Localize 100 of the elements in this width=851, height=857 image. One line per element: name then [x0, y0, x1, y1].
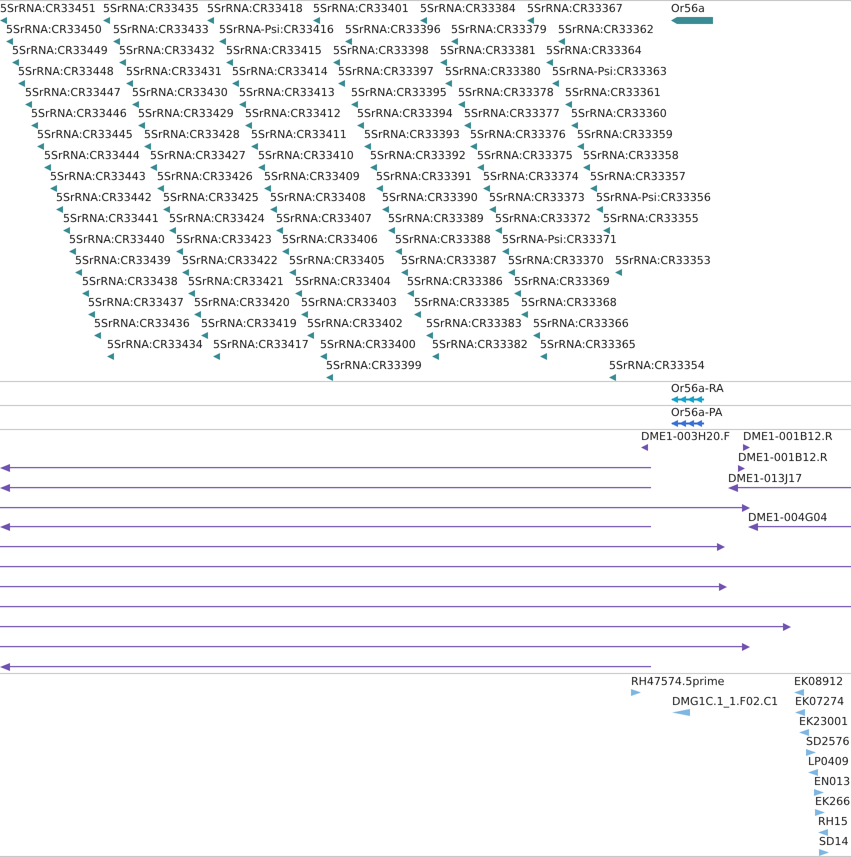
- feature-label: 5SrRNA:CR33424: [169, 213, 265, 225]
- feature-arrow-icon: [94, 332, 101, 339]
- feature-arrow-icon: [590, 185, 597, 192]
- feature-arrow-icon: [295, 290, 302, 297]
- feature-arrow-icon: [395, 248, 402, 255]
- feature-arrow-icon: [407, 290, 414, 297]
- feature-label: 5SrRNA:CR33422: [182, 255, 278, 267]
- feature-arrow-icon: [289, 269, 296, 276]
- feature-label: 5SrRNA:CR33404: [295, 276, 391, 288]
- est-label: RH47574.5prime: [631, 676, 724, 688]
- feature-arrow-icon: [603, 227, 610, 234]
- feature-arrow-icon: [182, 269, 189, 276]
- est-label: EK266: [815, 796, 850, 808]
- feature-arrow-icon: [527, 17, 534, 24]
- feature-arrow-icon: [213, 353, 220, 360]
- feature-label: 5SrRNA:CR33368: [521, 297, 617, 309]
- feature-arrow-icon: [333, 59, 340, 66]
- feature-arrow-icon: [107, 353, 114, 360]
- feature-label: 5SrRNA-Psi:CR33416: [219, 24, 334, 36]
- feature-label: 5SrRNA:CR33398: [333, 45, 429, 57]
- feature-label: 5SrRNA:CR33391: [376, 171, 472, 183]
- feature-label: 5SrRNA:CR33394: [357, 108, 453, 120]
- feature-arrow-icon: [239, 101, 246, 108]
- transcript-label: Or56a-RA: [671, 383, 724, 395]
- est-label: SD14: [819, 836, 848, 848]
- feature-label: 5SrRNA:CR33415: [226, 45, 322, 57]
- feature-arrow-icon: [219, 38, 226, 45]
- feature-label: 5SrRNA:CR33384: [420, 3, 516, 15]
- feature-label: 5SrRNA:CR33383: [426, 318, 522, 330]
- feature-label: 5SrRNA:CR33443: [50, 171, 146, 183]
- est-label: EK23001: [799, 716, 848, 728]
- feature-label: 5SrRNA:CR33437: [88, 297, 184, 309]
- feature-label: 5SrRNA:CR33374: [483, 171, 579, 183]
- feature-arrow-icon: [445, 80, 452, 87]
- feature-arrow-icon: [6, 38, 13, 45]
- feature-arrow-icon: [144, 143, 151, 150]
- feature-label: 5SrRNA:CR33381: [440, 45, 536, 57]
- feature-label: 5SrRNA:CR33405: [289, 255, 385, 267]
- feature-label: 5SrRNA:CR33430: [132, 87, 228, 99]
- feature-arrow-icon: [31, 122, 38, 129]
- feature-label: 5SrRNA:CR33354: [609, 360, 705, 372]
- feature-label: 5SrRNA:CR33433: [113, 24, 209, 36]
- feature-arrow-icon: [451, 38, 458, 45]
- feature-label: 5SrRNA:CR33411: [251, 129, 347, 141]
- feature-label: 5SrRNA:CR33450: [6, 24, 102, 36]
- feature-label: 5SrRNA:CR33396: [345, 24, 441, 36]
- feature-arrow-icon: [264, 185, 271, 192]
- feature-label: 5SrRNA:CR33441: [63, 213, 159, 225]
- feature-label: 5SrRNA:CR33442: [56, 192, 152, 204]
- feature-label: 5SrRNA-Psi:CR33363: [552, 66, 667, 78]
- feature-arrow-icon: [301, 311, 308, 318]
- feature-arrow-icon: [12, 59, 19, 66]
- feature-arrow-icon: [464, 122, 471, 129]
- feature-arrow-icon: [201, 332, 208, 339]
- feature-label: 5SrRNA-Psi:CR33371: [502, 234, 617, 246]
- feature-arrow-icon: [609, 374, 616, 381]
- feature-label: 5SrRNA:CR33392: [370, 150, 466, 162]
- feature-label: 5SrRNA:CR33369: [514, 276, 610, 288]
- feature-arrow-icon: [307, 332, 314, 339]
- feature-label: 5SrRNA:CR33436: [94, 318, 190, 330]
- feature-arrow-icon: [502, 248, 509, 255]
- feature-arrow-icon: [37, 143, 44, 150]
- feature-arrow-icon: [0, 17, 7, 24]
- feature-label: 5SrRNA:CR33360: [571, 108, 667, 120]
- clone-label: DME1-003H20.F: [641, 431, 730, 443]
- feature-arrow-icon: [282, 248, 289, 255]
- feature-arrow-icon: [514, 290, 521, 297]
- feature-label: 5SrRNA:CR33419: [201, 318, 297, 330]
- feature-arrow-icon: [345, 38, 352, 45]
- feature-label: 5SrRNA:CR33412: [245, 108, 341, 120]
- clone-label: DME1-001B12.R: [743, 431, 833, 443]
- feature-label: 5SrRNA:CR33406: [282, 234, 378, 246]
- feature-arrow-icon: [132, 101, 139, 108]
- feature-label: 5SrRNA-Psi:CR33356: [596, 192, 711, 204]
- feature-arrow-icon: [226, 59, 233, 66]
- feature-label: 5SrRNA:CR33417: [213, 339, 309, 351]
- est-label: LP0409: [808, 756, 849, 768]
- feature-arrow-icon: [458, 101, 465, 108]
- feature-label: 5SrRNA:CR33409: [264, 171, 360, 183]
- feature-label: 5SrRNA:CR33447: [25, 87, 121, 99]
- feature-label: 5SrRNA:CR33387: [401, 255, 497, 267]
- feature-label: 5SrRNA:CR33402: [307, 318, 403, 330]
- clone-label: DME1-001B12.R: [738, 452, 828, 464]
- feature-arrow-icon: [495, 227, 502, 234]
- feature-arrow-icon: [18, 80, 25, 87]
- feature-label: 5SrRNA:CR33413: [239, 87, 335, 99]
- feature-label: 5SrRNA:CR33414: [232, 66, 328, 78]
- feature-arrow-icon: [126, 80, 133, 87]
- feature-arrow-icon: [44, 164, 51, 171]
- feature-arrow-icon: [56, 206, 63, 213]
- est-label: SD2576: [806, 736, 850, 748]
- feature-arrow-icon: [251, 143, 258, 150]
- feature-arrow-icon: [320, 353, 327, 360]
- feature-arrow-icon: [232, 80, 239, 87]
- feature-arrow-icon: [88, 311, 95, 318]
- feature-arrow-icon: [163, 206, 170, 213]
- feature-arrow-icon: [364, 143, 371, 150]
- feature-label: 5SrRNA:CR33367: [527, 3, 623, 15]
- est-label: EN013: [814, 776, 850, 788]
- feature-arrow-icon: [583, 164, 590, 171]
